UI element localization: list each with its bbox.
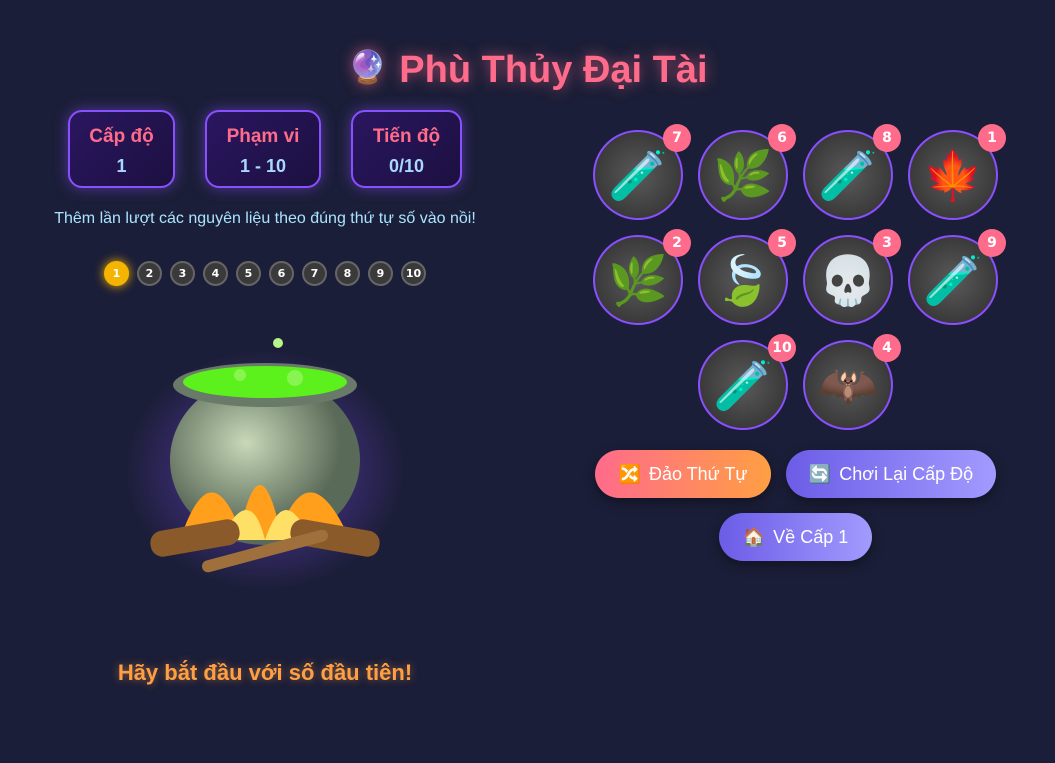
step-1: 1	[104, 261, 129, 286]
cauldron[interactable]	[120, 330, 410, 600]
title-text: Phù Thủy Đại Tài	[399, 49, 708, 91]
step-6: 6	[269, 261, 294, 286]
stat-value: 0/10	[388, 156, 425, 176]
ingredient-green-potion[interactable]: 🧪 9	[908, 229, 1006, 325]
replay-label: Chơi Lại Cấp Độ	[839, 463, 974, 484]
green-potion-icon: 🧪	[923, 252, 983, 309]
ingredient-number-badge: 4	[873, 334, 901, 362]
orange-potion-icon: 🧪	[608, 147, 668, 204]
step-10: 10	[401, 261, 426, 286]
step-3: 3	[170, 261, 195, 286]
ingredient-herb-sprig[interactable]: 🌿 2	[593, 229, 691, 325]
ingredient-number-badge: 9	[978, 229, 1006, 257]
status-message: Hãy bắt đầu với số đầu tiên!	[117, 660, 413, 685]
home-label: Về Cấp 1	[773, 526, 849, 547]
stat-range: Phạm vi 1 - 10	[205, 110, 321, 188]
ingredient-bat[interactable]: 🦇 4	[803, 334, 901, 430]
monstera-leaf-icon: 🍃	[713, 252, 773, 309]
ingredient-dark-potion[interactable]: 🧪 10	[698, 334, 796, 430]
ingredient-number-badge: 3	[873, 229, 901, 257]
step-2: 2	[137, 261, 162, 286]
green-leaf-icon: 🍁	[923, 147, 983, 204]
instruction-text: Thêm lần lượt các nguyên liệu theo đúng …	[54, 210, 476, 227]
shuffle-icon: 🔀	[618, 463, 641, 484]
step-5: 5	[236, 261, 261, 286]
step-8: 8	[335, 261, 360, 286]
house-icon: 🏠	[742, 526, 766, 547]
crystal-ball-icon: 🔮	[347, 49, 388, 85]
ingredient-number-badge: 5	[768, 229, 796, 257]
shuffle-label: Đảo Thứ Tự	[648, 463, 748, 484]
home-level-button[interactable]: 🏠 Về Cấp 1	[719, 513, 872, 561]
ingredient-monstera-leaf[interactable]: 🍃 5	[698, 229, 796, 325]
ingredient-number-badge: 6	[768, 124, 796, 152]
stat-value: 1	[116, 156, 127, 176]
shuffle-button[interactable]: 🔀 Đảo Thứ Tự	[595, 450, 771, 498]
step-9: 9	[368, 261, 393, 286]
ingredient-skull[interactable]: 💀 3	[803, 229, 901, 325]
ingredient-orange-potion[interactable]: 🧪 7	[593, 124, 691, 220]
stat-value: 1 - 10	[239, 156, 287, 176]
replay-level-button[interactable]: 🔄 Chơi Lại Cấp Độ	[786, 450, 996, 498]
ingredient-fern[interactable]: 🌿 6	[698, 124, 796, 220]
dark-potion-icon: 🧪	[713, 357, 773, 414]
step-indicator: 1 2 3 4 5 6 7 8 9 10	[104, 261, 426, 286]
step-4: 4	[203, 261, 228, 286]
stat-label: Tiến độ	[372, 126, 441, 147]
herb-sprig-icon: 🌿	[608, 252, 668, 309]
stat-label: Cấp độ	[89, 126, 154, 147]
step-7: 7	[302, 261, 327, 286]
refresh-icon: 🔄	[808, 463, 832, 484]
ingredient-number-badge: 10	[768, 334, 796, 362]
ingredient-number-badge: 2	[663, 229, 691, 257]
ingredient-number-badge: 1	[978, 124, 1006, 152]
page-title: 🔮 Phù Thủy Đại Tài	[0, 48, 1055, 92]
ingredient-green-leaf[interactable]: 🍁 1	[908, 124, 1006, 220]
ingredient-number-badge: 7	[663, 124, 691, 152]
ingredient-purple-potion[interactable]: 🧪 8	[803, 124, 901, 220]
purple-potion-icon: 🧪	[818, 147, 878, 204]
bat-icon: 🦇	[818, 357, 878, 414]
stat-progress: Tiến độ 0/10	[351, 110, 462, 188]
stat-level: Cấp độ 1	[68, 110, 175, 188]
fern-icon: 🌿	[713, 147, 773, 204]
ingredient-number-badge: 8	[873, 124, 901, 152]
skull-icon: 💀	[818, 252, 878, 309]
stat-label: Phạm vi	[226, 126, 300, 147]
